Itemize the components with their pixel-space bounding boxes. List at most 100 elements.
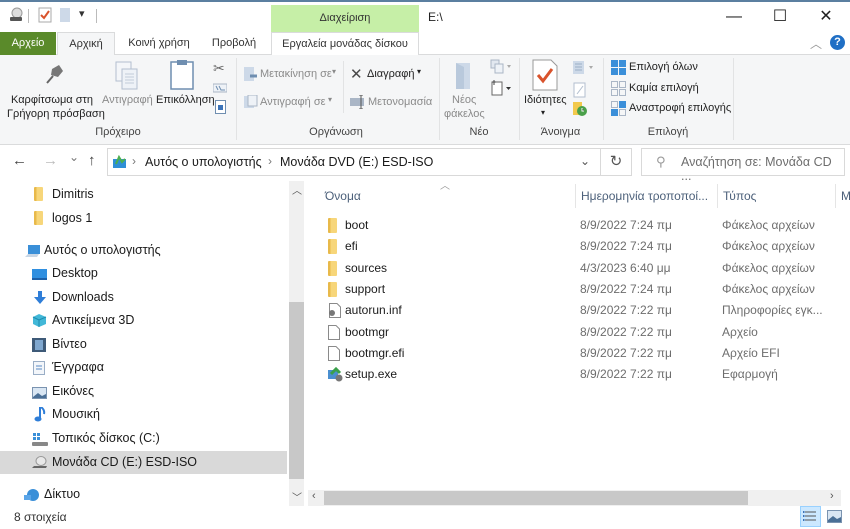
ribbon: Καρφίτσωμα στη Γρήγορη πρόσβαση Αντιγραφ… (0, 55, 850, 145)
breadcrumb-this-pc[interactable]: Αυτός ο υπολογιστής (145, 155, 262, 169)
tab-drive-tools[interactable]: Εργαλεία μονάδας δίσκου (271, 32, 419, 56)
setup-information-icon (328, 303, 342, 319)
column-separator[interactable] (835, 184, 836, 208)
file-list-horizontal-scrollbar[interactable]: ‹ › (308, 490, 841, 506)
file-row[interactable]: sources 4/3/2023 6:40 μμ Φάκελος αρχείων (320, 258, 840, 279)
search-input[interactable]: Αναζήτηση σε: Μονάδα CD ... (681, 155, 844, 183)
title-bar: ▾ Διαχείριση E:\ — ☐ ✕ (0, 0, 850, 32)
file-row[interactable]: bootmgr 8/9/2022 7:22 πμ Αρχείο (320, 322, 840, 343)
properties-label: Ιδιότητες (524, 94, 567, 106)
nav-item-local-disk-c[interactable]: Τοπικός δίσκος (C:) (0, 427, 287, 450)
nav-item-this-pc[interactable]: Αυτός ο υπολογιστής (0, 239, 287, 262)
customize-quick-access-dropdown[interactable]: ▾ (79, 7, 85, 20)
breadcrumb-dvd-drive[interactable]: Μονάδα DVD (E:) ESD-ISO (280, 155, 433, 169)
column-separator[interactable] (575, 184, 576, 208)
nav-item-label: Αντικείμενα 3D (52, 313, 135, 327)
scroll-down-arrow[interactable]: ﹀ (292, 489, 302, 504)
up-button[interactable]: ↑ (88, 152, 96, 169)
nav-item-logos-1[interactable]: logos 1 (0, 207, 287, 230)
group-separator (733, 58, 734, 140)
nav-item-cd-drive-e[interactable]: Μονάδα CD (E:) ESD-ISO (0, 451, 287, 474)
column-separator[interactable] (717, 184, 718, 208)
nav-item-videos[interactable]: Βίντεο (0, 333, 287, 356)
file-name: boot (345, 218, 369, 232)
tab-file[interactable]: Αρχείο (0, 32, 56, 55)
large-icons-view-icon (827, 510, 842, 523)
sidebar-vertical-scrollbar[interactable]: ︿ ﹀ (289, 181, 304, 506)
scroll-left-arrow[interactable]: ‹ (312, 490, 316, 502)
new-item-icon[interactable] (490, 59, 512, 78)
nav-item-music[interactable]: Μουσική (0, 403, 287, 426)
properties-icon[interactable] (38, 7, 52, 26)
address-history-dropdown[interactable]: ⌄ (580, 154, 590, 168)
collapse-ribbon-icon[interactable]: ︿ (810, 35, 822, 52)
file-type: Φάκελος αρχείων (722, 239, 815, 254)
pictures-icon (32, 384, 47, 399)
copy-path-icon[interactable] (212, 82, 228, 96)
new-folder-label-line2: φάκελος (444, 108, 485, 120)
back-button[interactable]: ← (12, 152, 27, 169)
refresh-button[interactable]: ↻ (601, 148, 632, 176)
nav-item-network[interactable]: Δίκτυο (0, 483, 287, 506)
pin-label-line1: Καρφίτσωμα στη (11, 94, 93, 106)
search-box[interactable]: ⚲ Αναζήτηση σε: Μονάδα CD ... (641, 148, 845, 183)
scroll-thumb[interactable] (289, 302, 304, 479)
forward-button[interactable]: → (43, 152, 58, 169)
file-name: setup.exe (345, 367, 398, 382)
tab-view[interactable]: Προβολή (202, 32, 266, 55)
scroll-up-arrow[interactable]: ︿ (292, 182, 302, 197)
details-view-button[interactable] (800, 506, 821, 527)
file-row[interactable]: setup.exe 8/9/2022 7:22 πμ Εφαρμογή (320, 364, 840, 385)
new-folder-icon (454, 61, 474, 94)
cd-drive-icon[interactable] (8, 7, 24, 26)
nav-item-pictures[interactable]: Εικόνες (0, 380, 287, 403)
file-name: bootmgr (345, 324, 390, 339)
ribbon-tabs: Αρχείο Αρχική Κοινή χρήση Προβολή Εργαλε… (0, 32, 850, 56)
file-row[interactable]: boot 8/9/2022 7:24 πμ Φάκελος αρχείων (320, 215, 840, 236)
scroll-right-arrow[interactable]: › (830, 490, 834, 502)
history-icon[interactable] (572, 101, 588, 120)
file-type: Εφαρμογή (722, 367, 778, 382)
divider (96, 9, 97, 23)
copy-icon (114, 61, 140, 94)
file-date-modified: 4/3/2023 6:40 μμ (580, 260, 671, 275)
column-header-name[interactable]: Όνομα (325, 184, 361, 208)
file-row[interactable]: autorun.inf 8/9/2022 7:22 πμ Πληροφορίες ε… (320, 300, 840, 321)
nav-item-dimitris[interactable]: Dimitris (0, 183, 287, 206)
nav-item-downloads[interactable]: Downloads (0, 286, 287, 309)
delete-icon: ✕ (350, 66, 363, 83)
new-folder-label-line1: Νέος (452, 94, 477, 106)
tab-share[interactable]: Κοινή χρήση (118, 32, 200, 55)
file-type: Αρχείο EFI (722, 345, 780, 360)
paste-shortcut-icon[interactable] (215, 100, 226, 117)
file-row[interactable]: efi 8/9/2022 7:24 πμ Φάκελος αρχείων (320, 236, 840, 257)
select-group-label: Επιλογή (647, 126, 689, 138)
file-row[interactable]: bootmgr.efi 8/9/2022 7:22 πμ Αρχείο EFI (320, 343, 840, 364)
cut-icon[interactable]: ✂ (213, 60, 225, 77)
select-none-icon (611, 81, 626, 99)
copy-label: Αντιγραφή (102, 94, 153, 106)
tab-home[interactable]: Αρχική (57, 32, 115, 56)
easy-access-icon[interactable] (490, 79, 512, 100)
new-group-label: Νέο (469, 126, 489, 138)
nav-item-3d-objects[interactable]: Αντικείμενα 3D (0, 309, 287, 332)
column-header-size[interactable]: Μ (841, 184, 850, 208)
minimize-button[interactable]: — (711, 4, 757, 30)
local-disk-icon (32, 431, 48, 446)
new-folder-icon[interactable] (60, 8, 70, 25)
help-icon[interactable]: ? (830, 35, 845, 50)
recent-locations-button[interactable]: ⌄ (69, 150, 79, 164)
maximize-button[interactable]: ☐ (757, 4, 803, 30)
edit-icon[interactable] (573, 82, 587, 101)
column-header-date-modified[interactable]: Ημερομηνία τροποποί... (581, 184, 708, 208)
open-icon[interactable] (572, 60, 596, 79)
address-bar[interactable]: › Αυτός ο υπολογιστής › Μονάδα DVD (E:) … (107, 148, 601, 176)
documents-icon (33, 360, 47, 375)
scroll-thumb[interactable] (324, 491, 748, 505)
file-row[interactable]: support 8/9/2022 7:24 πμ Φάκελος αρχείων (320, 279, 840, 300)
nav-item-documents[interactable]: Έγγραφα (0, 356, 287, 379)
large-icons-view-button[interactable] (827, 510, 842, 526)
column-header-type[interactable]: Τύπος (723, 184, 756, 208)
nav-item-desktop[interactable]: Desktop (0, 262, 287, 285)
close-button[interactable]: ✕ (803, 4, 849, 30)
